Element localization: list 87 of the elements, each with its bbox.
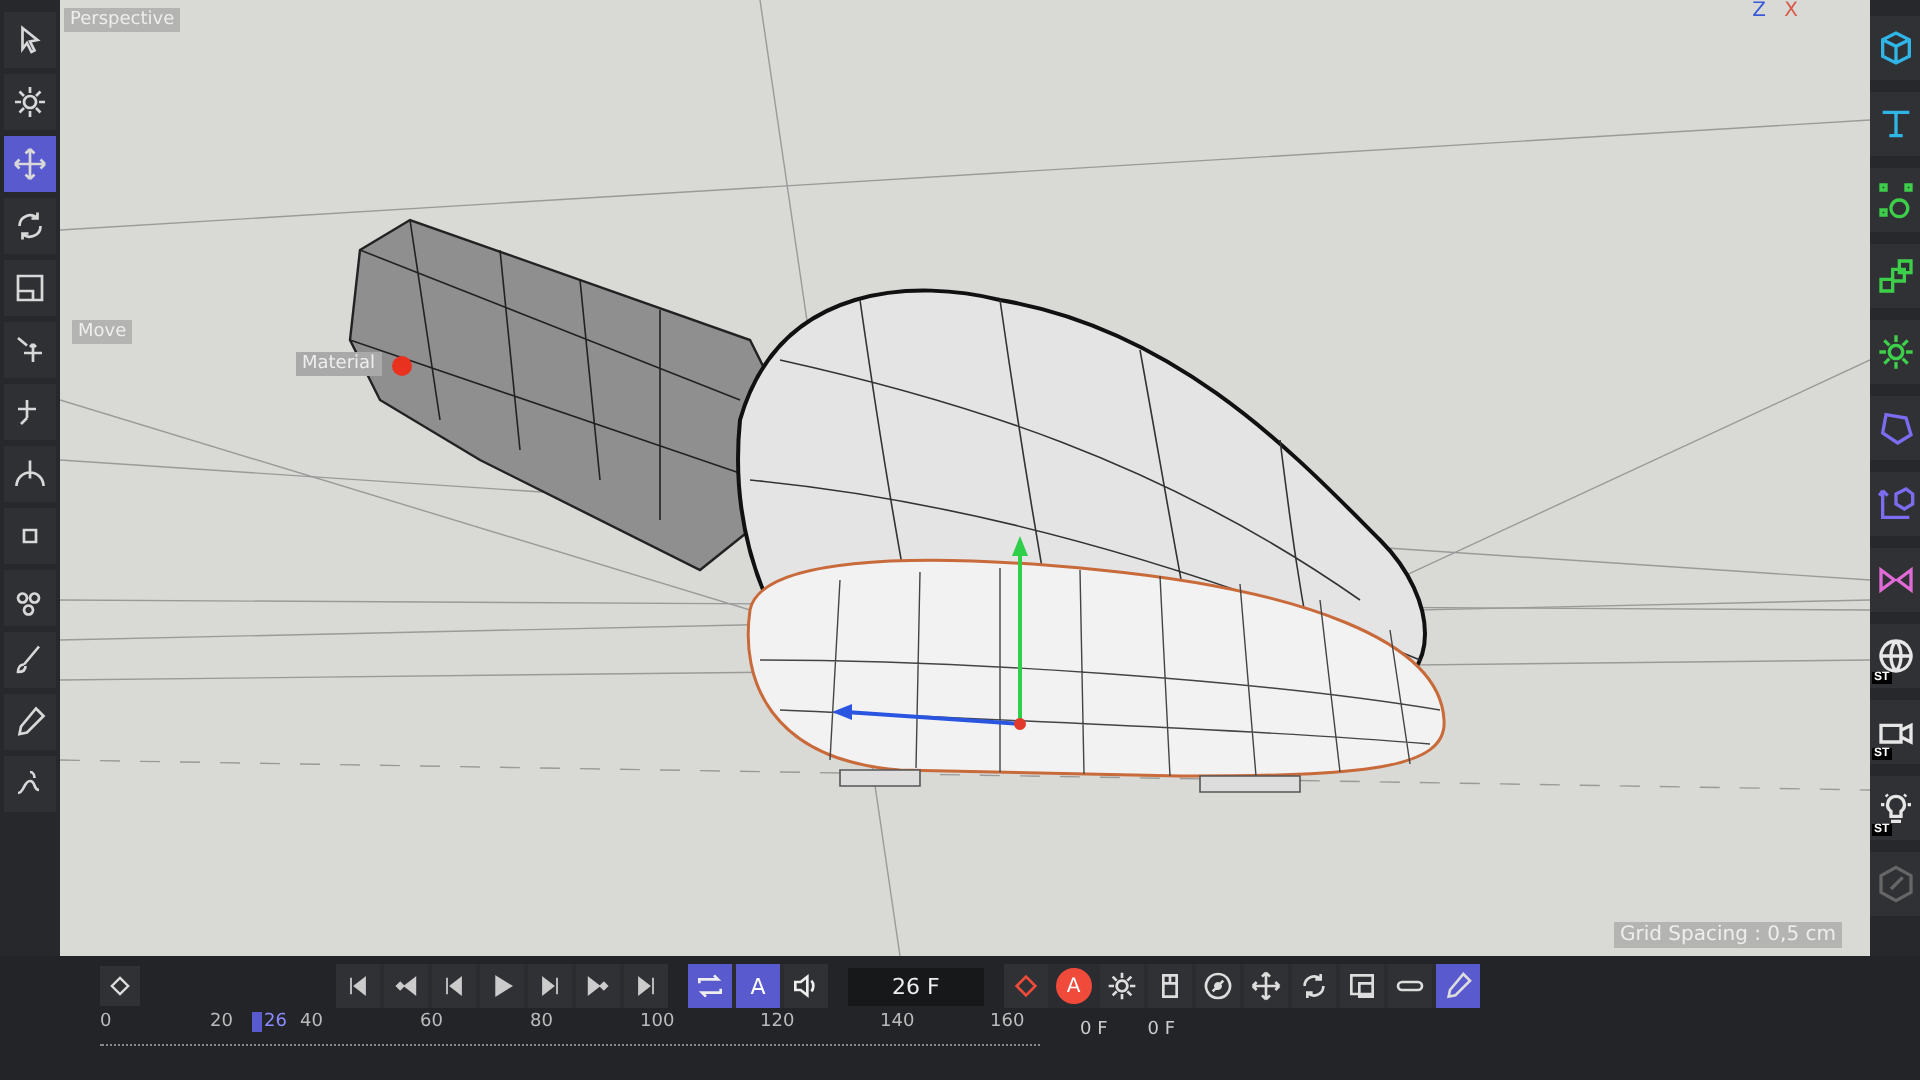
rotate-button[interactable]: [1291, 964, 1336, 1008]
next-key-icon: [584, 972, 612, 1000]
blocks-icon: [1875, 256, 1915, 296]
diamond-icon: [106, 972, 134, 1000]
gear-icon: [1875, 332, 1915, 372]
target-icon: [1201, 970, 1234, 1002]
frame-number: 26: [252, 1012, 287, 1032]
frame-button[interactable]: [1339, 964, 1384, 1008]
auto-button[interactable]: A: [1055, 968, 1092, 1004]
pen-icon: [12, 704, 48, 740]
scale-icon: [12, 270, 48, 306]
square-tool[interactable]: [4, 508, 56, 564]
frame-number: 80: [530, 1012, 553, 1032]
skip-end-button[interactable]: [624, 964, 668, 1008]
gear-tool[interactable]: [4, 74, 56, 130]
grid-spacing-label: Grid Spacing : 0,5 cm: [1614, 922, 1842, 948]
transform-tool[interactable]: [4, 322, 56, 378]
rotate-icon: [1297, 970, 1330, 1002]
frame-icon: [1345, 970, 1378, 1002]
pen-icon: [1441, 970, 1474, 1002]
rotate-tool[interactable]: [4, 198, 56, 254]
frame-number: 160: [990, 1012, 1025, 1032]
bow-button[interactable]: [1870, 548, 1920, 612]
rotate-icon: [12, 208, 48, 244]
scale-tool[interactable]: [4, 260, 56, 316]
polygon-button[interactable]: [1870, 396, 1920, 460]
speaker-button[interactable]: [784, 964, 828, 1008]
frame-field[interactable]: 26 F: [848, 967, 984, 1005]
cube-icon: [1875, 28, 1915, 68]
autokey-button[interactable]: A: [736, 964, 780, 1008]
loop-icon: [694, 970, 726, 1002]
step-back-button[interactable]: [432, 964, 476, 1008]
frame-number: 40: [300, 1012, 323, 1032]
viewport-label: Perspective: [64, 8, 181, 32]
previous-key-icon: [392, 972, 420, 1000]
move-icon: [12, 146, 48, 182]
cube-button[interactable]: [1870, 16, 1920, 80]
pencil-hexagon-icon: [1875, 864, 1915, 904]
keyframe-button[interactable]: [100, 966, 140, 1006]
frame-number: 100: [640, 1012, 675, 1032]
move-tool[interactable]: [4, 136, 56, 192]
frame-number: 20: [210, 1012, 233, 1032]
skip-end-icon: [632, 972, 660, 1000]
pen-button[interactable]: [1435, 964, 1480, 1008]
range-field[interactable]: 0 F: [1080, 1019, 1108, 1039]
material-hud-label: Material: [296, 352, 382, 376]
polygon-icon: [1875, 408, 1915, 448]
tool-hud-label: Move: [72, 320, 133, 344]
axis-label: X: [1784, 0, 1798, 22]
move-button[interactable]: [1243, 964, 1288, 1008]
mouse-button[interactable]: [1147, 964, 1192, 1008]
bracket-button[interactable]: [1870, 92, 1920, 156]
frame-number: 140: [880, 1012, 915, 1032]
play-button[interactable]: [480, 964, 524, 1008]
frame-number: 0: [100, 1012, 112, 1032]
step-forward-button[interactable]: [528, 964, 572, 1008]
diamond-button[interactable]: [1003, 964, 1048, 1008]
sphere-button[interactable]: [1870, 168, 1920, 232]
blocks-button[interactable]: [1870, 244, 1920, 308]
squiggle-tool[interactable]: [4, 756, 56, 812]
loop-button[interactable]: [688, 964, 732, 1008]
skip-start-button[interactable]: [336, 964, 380, 1008]
step-back-icon: [440, 972, 468, 1000]
range-field[interactable]: 0 F: [1147, 1019, 1176, 1039]
frame-number: 60: [420, 1012, 443, 1032]
previous-key-button[interactable]: [384, 964, 428, 1008]
step-forward-icon: [536, 972, 564, 1000]
gear-button[interactable]: [1870, 320, 1920, 384]
cursor-tool[interactable]: [4, 12, 56, 68]
next-key-button[interactable]: [576, 964, 620, 1008]
axis-label: Z: [1752, 0, 1766, 22]
pen-tool[interactable]: [4, 694, 56, 750]
target-button[interactable]: [1195, 964, 1240, 1008]
timeline-ruler[interactable]: 0 20 26 40 60 80 100 120 140 160: [100, 1012, 1040, 1046]
gear-button[interactable]: [1099, 964, 1144, 1008]
transform-icon: [12, 332, 48, 368]
dots-tool[interactable]: [4, 570, 56, 626]
brush-tool[interactable]: [4, 632, 56, 688]
pill-button[interactable]: [1387, 964, 1432, 1008]
axis-cube-button[interactable]: [1870, 472, 1920, 536]
move-icon: [1249, 970, 1282, 1002]
frame-number: 120: [760, 1012, 795, 1032]
diamond-icon: [1009, 970, 1042, 1002]
skip-start-icon: [344, 972, 372, 1000]
axis-cube-icon: [1875, 484, 1915, 524]
gear-icon: [12, 84, 48, 120]
gear-icon: [1105, 970, 1138, 1002]
